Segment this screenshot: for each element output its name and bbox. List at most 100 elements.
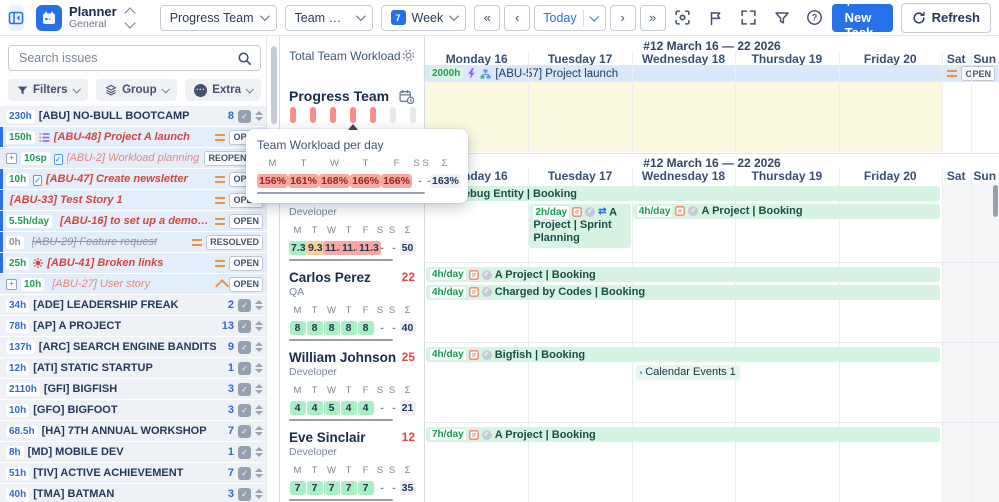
issue-row[interactable]: + 10h [ABU-27] User story OPEN	[0, 274, 267, 294]
duration-badge: 4h/day	[430, 287, 466, 298]
checkbox-icon[interactable]: ✓	[238, 488, 251, 501]
calendar-clock-icon[interactable]	[399, 89, 414, 104]
booking-bar[interactable]: 4h/day✓Charged by Codes | Booking	[426, 285, 940, 300]
issue-row[interactable]: 68.5h [HA] 7TH ANNUAL WORKSHOP 7 ✓	[0, 421, 267, 441]
checkbox-icon[interactable]: ✓	[238, 362, 251, 375]
view-select[interactable]: Team wi...	[285, 5, 373, 31]
expand-icon[interactable]: +	[6, 279, 17, 290]
checkbox-icon[interactable]: ✓	[238, 341, 251, 354]
issue-row[interactable]: 0h [ABU-29] Feature request RESOLVED	[0, 232, 267, 252]
workload-day-bar[interactable]	[310, 107, 316, 123]
day-label: Σ	[398, 305, 417, 316]
expand-icon[interactable]: +	[6, 153, 17, 164]
checkbox-icon[interactable]: ✓	[238, 404, 251, 417]
sidebar-scrollbar[interactable]	[270, 42, 278, 498]
next-week-button[interactable]: »	[640, 5, 666, 31]
sort-spinner-icon[interactable]	[255, 111, 263, 121]
checkbox-icon[interactable]: ✓	[238, 299, 251, 312]
scope-icon[interactable]	[674, 9, 692, 27]
new-task-button[interactable]: + New Task	[832, 4, 893, 32]
fullscreen-icon[interactable]	[740, 9, 758, 27]
issue-row[interactable]: 12h [ATI] STATIC STARTUP 1 ✓	[0, 358, 267, 378]
checkbox-icon[interactable]: ✓	[238, 467, 251, 480]
day-label: S	[386, 225, 398, 236]
booking-bar[interactable]: 4h/day✓A Project | Booking	[633, 204, 940, 219]
issue-row[interactable]: 34h [ADE] LEADERSHIP FREAK 2 ✓	[0, 295, 267, 315]
issue-row[interactable]: 10h ✓ [ABU-47] Create newsletter OPEN	[0, 169, 267, 189]
workload-day-bar[interactable]	[410, 107, 416, 123]
checkbox-icon[interactable]: ✓	[238, 425, 251, 438]
workload-day-bar[interactable]	[290, 107, 296, 123]
filters-button[interactable]: Filters	[8, 79, 88, 101]
filter-icon[interactable]	[773, 9, 791, 27]
planner-menu[interactable]: Planner General	[32, 5, 138, 31]
help-icon[interactable]: ?	[806, 9, 824, 27]
extra-button[interactable]: ··· Extra	[185, 79, 261, 101]
booking-bar[interactable]: 4h/day✓Bigfish | Booking	[426, 347, 940, 362]
issue-row[interactable]: 2110h [GFI] BIGFISH 3 ✓	[0, 379, 267, 399]
issue-row[interactable]: 78h [AP] A PROJECT 13 ✓	[0, 316, 267, 336]
issue-row[interactable]: [ABU-33] Test Story 1 OPEN	[0, 190, 267, 210]
issue-row[interactable]: 10h [GFO] BIGFOOT 3 ✓	[0, 400, 267, 420]
checkbox-icon[interactable]: ✓	[238, 110, 251, 123]
sort-spinner-icon[interactable]	[255, 384, 263, 394]
checkbox-icon[interactable]: ✓	[238, 320, 251, 333]
collapse-sidebar-button[interactable]	[8, 5, 24, 31]
workload-day-bar[interactable]	[350, 107, 356, 123]
row-right: 1 ✓	[228, 362, 263, 375]
day-label: F	[381, 158, 412, 169]
prev-week-button[interactable]: «	[474, 5, 500, 31]
gear-icon[interactable]	[401, 48, 416, 63]
sort-spinner-icon[interactable]	[255, 300, 263, 310]
issue-row[interactable]: 137h [ARC] SEARCH ENGINE BANDITS 9 ✓	[0, 337, 267, 357]
sort-spinner-icon[interactable]	[255, 426, 263, 436]
today-button[interactable]: Today	[534, 5, 605, 31]
sort-spinner-icon[interactable]	[255, 489, 263, 499]
schedule-scrollbar[interactable]	[993, 185, 998, 217]
day-value-cell: 7	[340, 478, 357, 496]
day-value-cell: 11.3	[323, 238, 340, 256]
day-label: F	[357, 465, 374, 476]
sort-spinner-icon[interactable]	[255, 447, 263, 457]
issue-row[interactable]: 150h [ABU-48] Project A launch OPEN	[0, 127, 267, 147]
sort-spinner-icon[interactable]	[255, 342, 263, 352]
next-day-button[interactable]: ›	[610, 5, 636, 31]
checkbox-icon[interactable]: ✓	[238, 383, 251, 396]
booking-bar[interactable]: 7h/day✓A Project | Booking	[426, 427, 940, 442]
sort-spinner-icon[interactable]	[255, 468, 263, 478]
calendar-event-chip[interactable]: Calendar Events 1	[636, 365, 740, 380]
capacity-line	[289, 499, 393, 501]
day-value-cell: 8	[357, 318, 374, 336]
booking-bar[interactable]: 2h/day✓⇄ A Project | Sprint Planning	[529, 204, 630, 248]
day-header-cell: Tuesday 17	[528, 169, 631, 183]
day-label: S	[374, 305, 386, 316]
prev-day-button[interactable]: ‹	[504, 5, 530, 31]
booking-bar[interactable]: ✓Debug Entity | Booking	[426, 186, 940, 201]
issue-row[interactable]: 8h [MD] MOBILE DEV 1 ✓	[0, 442, 267, 462]
day-label: S	[374, 225, 386, 236]
group-button[interactable]: Group	[96, 79, 177, 101]
sort-spinner-icon[interactable]	[255, 363, 263, 373]
epic-row[interactable]: 2000h [ABU-57] Project launch OPEN	[425, 65, 999, 82]
workload-day-bar[interactable]	[390, 107, 396, 123]
issue-row[interactable]: 40h [TMA] BATMAN 3 ✓	[0, 484, 267, 502]
team-select[interactable]: Progress Team	[160, 5, 277, 31]
issue-row[interactable]: 5.5h/day [ABU-16] to set up a demo proje…	[0, 211, 267, 231]
hours-badge: 25h	[6, 257, 29, 270]
search-icon[interactable]	[237, 51, 252, 66]
sort-spinner-icon[interactable]	[255, 321, 263, 331]
issue-row[interactable]: 51h [TIV] ACTIVE ACHIEVEMENT 7 ✓	[0, 463, 267, 483]
checkbox-icon[interactable]: ✓	[238, 446, 251, 459]
booking-bar[interactable]: 4h/day✓A Project | Booking	[426, 267, 940, 282]
range-select[interactable]: 7 Week	[381, 5, 467, 31]
flag-icon[interactable]	[707, 9, 725, 27]
issue-row[interactable]: 25h [ABU-41] Broken links OPEN	[0, 253, 267, 273]
workload-day-bar[interactable]	[370, 107, 376, 123]
workload-day-bar[interactable]	[330, 107, 336, 123]
team-workload-bars[interactable]	[290, 107, 416, 123]
refresh-button[interactable]: Refresh	[901, 3, 991, 33]
issue-row[interactable]: + 10sp ✓ [ABU-2] Workload planning REOPE…	[0, 148, 267, 168]
search-input[interactable]	[17, 50, 237, 66]
issue-row[interactable]: 230h [ABU] NO-BULL BOOTCAMP 8 ✓	[0, 106, 267, 126]
sort-spinner-icon[interactable]	[255, 405, 263, 415]
